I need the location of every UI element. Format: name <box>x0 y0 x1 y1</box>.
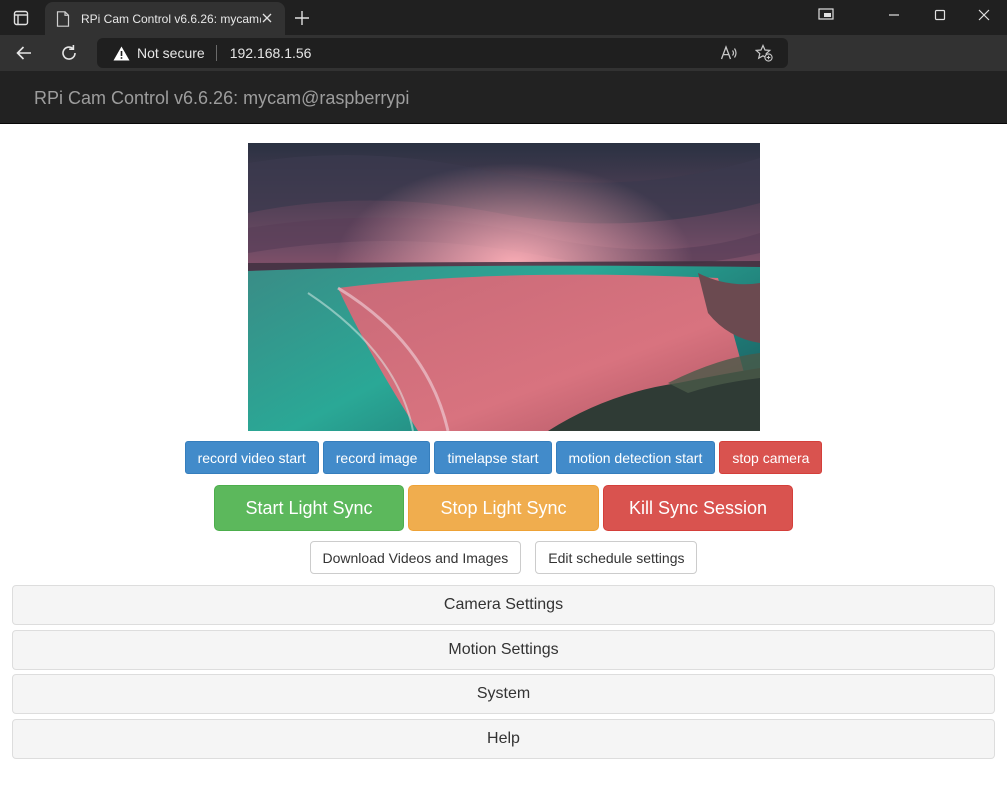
download-media-button[interactable]: Download Videos and Images <box>309 541 522 574</box>
page-navbar: RPi Cam Control v6.6.26: mycam@raspberry… <box>0 71 1007 124</box>
timelapse-button[interactable]: timelapse start <box>434 441 552 474</box>
security-text: Not secure <box>137 45 205 61</box>
snap-layout-icon[interactable] <box>803 0 849 30</box>
page-title[interactable]: RPi Cam Control v6.6.26: mycam@raspberry… <box>34 88 409 109</box>
tab-title: RPi Cam Control v6.6.26: mycam@raspberry… <box>81 11 261 26</box>
panel-motion-settings[interactable]: Motion Settings <box>12 630 995 670</box>
minimize-icon[interactable] <box>871 0 917 30</box>
read-aloud-icon[interactable] <box>720 44 738 62</box>
browser-tab[interactable]: RPi Cam Control v6.6.26: mycam@raspberry… <box>45 2 285 35</box>
motion-detection-button[interactable]: motion detection start <box>555 441 716 474</box>
panel-label: Help <box>487 730 520 747</box>
panel-system[interactable]: System <box>12 674 995 714</box>
edit-schedule-button[interactable]: Edit schedule settings <box>535 541 698 574</box>
window-close-icon[interactable] <box>961 0 1007 30</box>
light-sync-controls: Start Light Sync Stop Light Sync Kill Sy… <box>0 485 1007 531</box>
panel-label: Motion Settings <box>448 641 559 658</box>
stop-camera-button[interactable]: stop camera <box>719 441 823 474</box>
browser-tab-bar: RPi Cam Control v6.6.26: mycam@raspberry… <box>0 0 1007 35</box>
favicon-icon <box>55 10 71 27</box>
url-text[interactable]: 192.168.1.56 <box>230 45 312 61</box>
security-indicator[interactable]: Not secure <box>113 45 205 61</box>
tab-actions-icon <box>13 10 29 26</box>
kill-sync-session-button[interactable]: Kill Sync Session <box>603 485 793 531</box>
refresh-icon <box>62 45 76 60</box>
plus-icon[interactable] <box>292 8 312 28</box>
panel-camera-settings[interactable]: Camera Settings <box>12 585 995 625</box>
camera-preview-image[interactable] <box>248 143 760 431</box>
favorite-add-icon[interactable] <box>755 44 773 62</box>
close-icon[interactable] <box>259 10 275 26</box>
address-divider <box>215 45 217 61</box>
record-image-button[interactable]: record image <box>322 441 431 474</box>
tab-actions-button[interactable] <box>8 6 34 30</box>
address-bar[interactable]: Not secure 192.168.1.56 <box>97 38 788 68</box>
back-arrow-icon <box>16 46 31 60</box>
camera-controls: record video start record image timelaps… <box>0 441 1007 474</box>
maximize-icon[interactable] <box>917 0 963 30</box>
panel-label: System <box>476 685 531 702</box>
browser-toolbar: Not secure 192.168.1.56 <box>0 35 1007 71</box>
refresh-button[interactable] <box>55 39 83 67</box>
panel-label: Camera Settings <box>443 596 564 613</box>
stop-light-sync-button[interactable]: Stop Light Sync <box>408 485 599 531</box>
back-button[interactable] <box>10 39 38 67</box>
panel-help[interactable]: Help <box>12 719 995 759</box>
record-video-button[interactable]: record video start <box>184 441 319 474</box>
warning-triangle-icon <box>113 46 130 60</box>
start-light-sync-button[interactable]: Start Light Sync <box>214 485 404 531</box>
utility-controls: Download Videos and Images Edit schedule… <box>0 541 1007 574</box>
